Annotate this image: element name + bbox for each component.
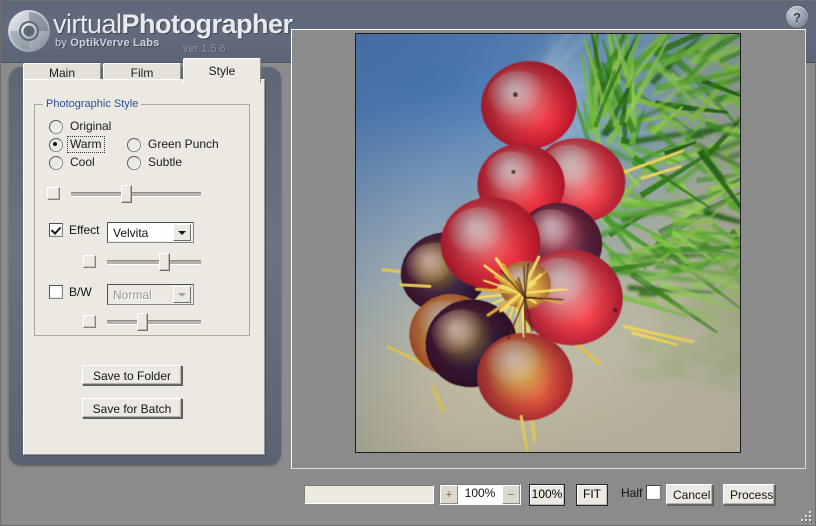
- radio-dot-warm: [49, 138, 63, 152]
- style-intensity-slider[interactable]: [47, 183, 203, 203]
- radio-warm[interactable]: Warm: [49, 137, 104, 152]
- control-panel-bezel: Main Film Style Photographic Style Origi…: [9, 67, 281, 465]
- style-slider-endcap: [47, 187, 60, 200]
- radio-cool[interactable]: Cool: [49, 155, 97, 170]
- half-size-option: Half: [621, 485, 661, 500]
- radio-label-warm: Warm: [68, 137, 104, 152]
- brand-suffix: Photographer: [122, 9, 293, 39]
- style-tab-panel: Photographic Style Original Warm Cool Gr…: [23, 79, 265, 455]
- radio-label-green-punch: Green Punch: [146, 137, 221, 152]
- app-logo-icon: [6, 8, 52, 54]
- bw-slider-thumb[interactable]: [137, 313, 148, 331]
- preview-photo[interactable]: [355, 33, 741, 453]
- zoom-fit-button[interactable]: FIT: [576, 484, 608, 506]
- effect-slider-thumb[interactable]: [159, 253, 170, 271]
- effect-checkbox[interactable]: [49, 223, 63, 237]
- radio-subtle[interactable]: Subtle: [127, 155, 184, 170]
- half-label: Half: [621, 486, 642, 500]
- brand-title: virtualPhotographer: [53, 9, 293, 39]
- save-for-batch-button[interactable]: Save for Batch: [82, 398, 182, 418]
- help-glyph: ?: [793, 11, 801, 24]
- zoom-stepper[interactable]: + 100% −: [439, 484, 521, 505]
- save-to-folder-button[interactable]: Save to Folder: [82, 365, 182, 385]
- effect-slider-track: [107, 260, 201, 265]
- effect-intensity-slider[interactable]: [83, 251, 203, 271]
- effect-dropdown[interactable]: Velvita: [107, 222, 194, 243]
- zoom-100-button[interactable]: 100%: [529, 484, 565, 506]
- process-button[interactable]: Process: [723, 484, 775, 505]
- help-icon[interactable]: ?: [785, 5, 809, 29]
- bw-selected-value: Normal: [108, 288, 173, 302]
- effect-row: Effect: [49, 223, 107, 237]
- image-preview-area[interactable]: [291, 29, 806, 469]
- cancel-button[interactable]: Cancel: [666, 484, 713, 505]
- zoom-in-button[interactable]: +: [440, 485, 458, 504]
- zoom-out-button[interactable]: −: [502, 485, 520, 504]
- radio-label-subtle: Subtle: [146, 155, 184, 170]
- radio-green-punch[interactable]: Green Punch: [127, 137, 221, 152]
- brand-prefix: virtual: [53, 9, 122, 39]
- radio-dot-subtle: [127, 156, 141, 170]
- radio-label-cool: Cool: [68, 155, 97, 170]
- progress-bar: [304, 485, 434, 504]
- byline-prefix: by: [55, 37, 70, 49]
- radio-dot-original: [49, 120, 63, 134]
- effect-selected-value: Velvita: [108, 226, 173, 240]
- style-slider-thumb[interactable]: [121, 185, 132, 203]
- effect-dropdown-chevron-down-icon[interactable]: [173, 224, 191, 241]
- photographic-style-title: Photographic Style: [43, 98, 141, 110]
- photographic-style-group: Photographic Style Original Warm Cool Gr…: [34, 104, 250, 336]
- bw-checkbox[interactable]: [49, 285, 63, 299]
- effect-slider-endcap: [83, 255, 96, 268]
- bw-intensity-slider[interactable]: [83, 311, 203, 331]
- style-slider-track: [71, 192, 201, 197]
- radio-dot-green-punch: [127, 138, 141, 152]
- preview-photo-canvas: [356, 34, 740, 452]
- radio-label-original: Original: [68, 119, 113, 134]
- bw-slider-track: [107, 320, 201, 325]
- bw-dropdown-chevron-down-icon[interactable]: [173, 286, 191, 303]
- byline-company: OptikVerve Labs: [70, 37, 159, 49]
- resize-grip[interactable]: [799, 509, 813, 523]
- half-checkbox[interactable]: [646, 485, 661, 500]
- brand-byline: by OptikVerve Labs: [55, 37, 160, 49]
- tab-style[interactable]: Style: [183, 58, 261, 83]
- zoom-value: 100%: [458, 485, 502, 504]
- radio-dot-cool: [49, 156, 63, 170]
- bw-slider-endcap: [83, 315, 96, 328]
- bw-dropdown[interactable]: Normal: [107, 284, 194, 305]
- radio-original[interactable]: Original: [49, 119, 113, 134]
- bw-label: B/W: [69, 285, 92, 299]
- effect-label: Effect: [69, 223, 99, 237]
- version-label: ver 1.5.6: [183, 43, 226, 55]
- bw-row: B/W: [49, 285, 100, 299]
- application-window: virtualPhotographer by OptikVerve Labs v…: [0, 0, 816, 526]
